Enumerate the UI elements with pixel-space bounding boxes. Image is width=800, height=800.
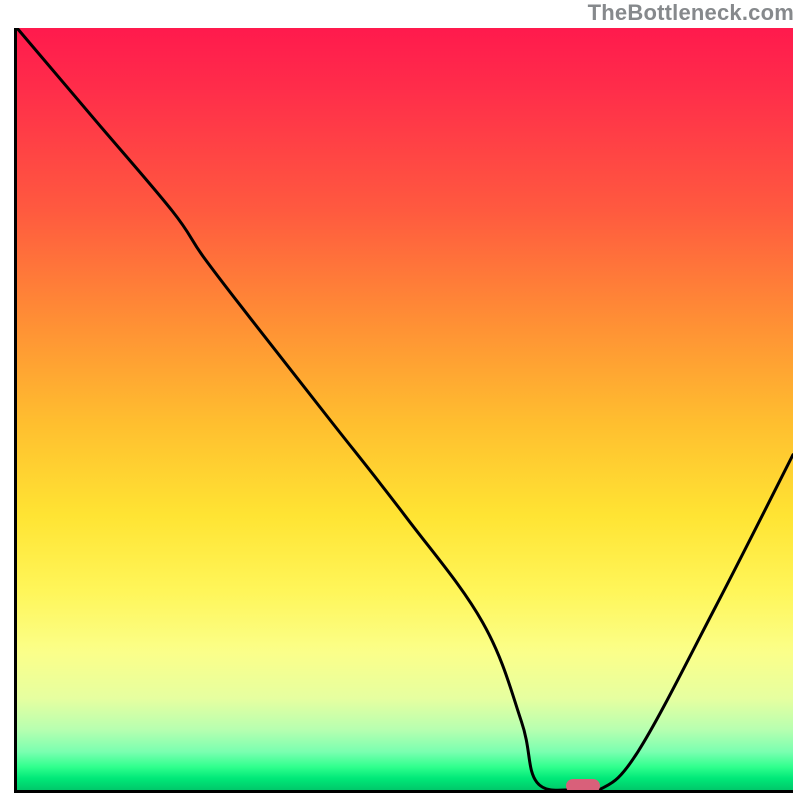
curve-svg	[17, 28, 793, 790]
watermark-text: TheBottleneck.com	[588, 0, 794, 26]
plot-axes	[14, 28, 793, 793]
bottleneck-curve	[17, 28, 793, 790]
valley-marker	[566, 779, 600, 790]
plot-area	[17, 28, 793, 790]
chart-frame: TheBottleneck.com	[0, 0, 800, 800]
